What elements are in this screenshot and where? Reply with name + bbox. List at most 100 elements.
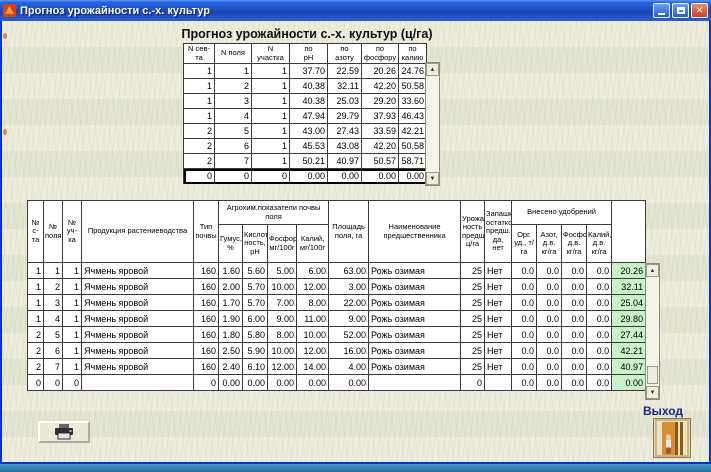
table-cell[interactable]: 1.90 bbox=[218, 310, 243, 327]
table-cell[interactable]: 2 bbox=[43, 278, 63, 295]
table-row[interactable]: 1 1 1 37.70 22.59 20.26 24.76 bbox=[183, 63, 427, 79]
table-cell[interactable]: Нет bbox=[484, 294, 513, 311]
table-row[interactable]: 2 7 1 Ячмень яровой 160 2.40 6.10 12.00 14.00 4.0… bbox=[27, 358, 647, 375]
table-cell[interactable]: Рожь озимая bbox=[368, 358, 462, 375]
table-cell[interactable]: 11.00 bbox=[295, 310, 330, 327]
table-cell[interactable]: 1 bbox=[62, 278, 82, 295]
table-cell[interactable]: 5 bbox=[214, 123, 252, 139]
table-cell[interactable]: 0.00 bbox=[289, 168, 328, 184]
table-row[interactable]: 2 6 1 45.53 43.08 42.20 50.58 bbox=[183, 138, 427, 154]
table-cell[interactable]: 8.00 bbox=[267, 326, 297, 343]
table-cell[interactable]: 2 bbox=[183, 138, 215, 154]
table-row[interactable]: 1 4 1 47.94 29.79 37.93 46.43 bbox=[183, 108, 427, 124]
table-cell[interactable]: 24.76 bbox=[398, 63, 427, 79]
table-cell[interactable]: 2 bbox=[27, 358, 44, 375]
table-cell[interactable]: 25.03 bbox=[327, 93, 362, 109]
table-cell[interactable]: 1 bbox=[251, 78, 290, 94]
table-cell[interactable]: 0.0 bbox=[586, 326, 613, 343]
table-cell[interactable]: 42.20 bbox=[361, 78, 399, 94]
bottom-grid-scrollbar[interactable]: ▲ ▼ bbox=[645, 263, 660, 400]
table-cell[interactable]: Рожь озимая bbox=[368, 278, 462, 295]
table-row[interactable]: 1 3 1 40.38 25.03 29.20 33.60 bbox=[183, 93, 427, 109]
table-cell[interactable]: Нет bbox=[484, 278, 513, 295]
print-button[interactable] bbox=[38, 421, 90, 443]
table-cell[interactable]: 0.0 bbox=[511, 342, 538, 359]
table-cell[interactable]: 1 bbox=[251, 153, 290, 169]
table-cell[interactable]: 29.20 bbox=[361, 93, 399, 109]
table-cell[interactable]: 3 bbox=[43, 294, 63, 311]
table-cell[interactable]: Рожь озимая bbox=[368, 342, 462, 359]
table-row[interactable]: 0 0 0 0.00 0.00 0.00 0.00 bbox=[183, 168, 427, 184]
table-cell[interactable]: 47.94 bbox=[289, 108, 328, 124]
table-cell[interactable]: 0.0 bbox=[536, 310, 563, 327]
table-cell[interactable]: 160 bbox=[193, 310, 219, 327]
table-cell[interactable]: Ячмень яровой bbox=[81, 278, 194, 295]
table-cell[interactable]: 7.00 bbox=[267, 294, 297, 311]
table-cell[interactable]: 20.26 bbox=[361, 63, 399, 79]
scroll-down-icon[interactable]: ▼ bbox=[426, 172, 439, 185]
table-cell[interactable]: 52.00 bbox=[328, 326, 370, 343]
table-cell[interactable]: 50.58 bbox=[398, 138, 427, 154]
table-row[interactable]: 2 5 1 43.00 27.43 33.59 42.21 bbox=[183, 123, 427, 139]
table-cell[interactable]: 12.00 bbox=[295, 278, 330, 295]
table-cell[interactable]: 2 bbox=[27, 326, 44, 343]
table-cell[interactable]: Рожь озимая bbox=[368, 310, 462, 327]
table-cell[interactable]: 3.00 bbox=[328, 278, 370, 295]
table-row[interactable]: 1 2 1 Ячмень яровой 160 2.00 5.70 10.00 12.00 3.0… bbox=[27, 278, 647, 295]
table-cell[interactable]: 0.0 bbox=[511, 310, 538, 327]
table-cell[interactable]: 25 bbox=[460, 358, 486, 375]
table-cell[interactable]: 0.0 bbox=[511, 278, 538, 295]
table-cell[interactable]: 25.04 bbox=[611, 294, 647, 311]
table-cell[interactable]: 25 bbox=[460, 326, 486, 343]
table-cell[interactable]: 160 bbox=[193, 278, 219, 295]
table-cell[interactable]: 1 bbox=[251, 123, 290, 139]
table-cell[interactable]: 2 bbox=[183, 153, 215, 169]
table-cell[interactable]: 40.97 bbox=[327, 153, 362, 169]
table-cell[interactable]: Рожь озимая bbox=[368, 262, 462, 279]
table-cell[interactable]: 1 bbox=[251, 138, 290, 154]
table-cell[interactable]: 0.0 bbox=[561, 262, 588, 279]
table-cell[interactable]: 10.00 bbox=[295, 326, 330, 343]
table-cell[interactable]: 2.00 bbox=[218, 278, 243, 295]
table-cell[interactable]: Нет bbox=[484, 358, 513, 375]
table-cell[interactable]: 42.21 bbox=[398, 123, 427, 139]
minimize-button[interactable] bbox=[653, 3, 670, 18]
table-cell[interactable]: 0.0 bbox=[586, 374, 613, 391]
table-cell[interactable]: 40.38 bbox=[289, 93, 328, 109]
table-cell[interactable]: 7 bbox=[214, 153, 252, 169]
table-cell[interactable]: Нет bbox=[484, 310, 513, 327]
table-cell[interactable]: 8.00 bbox=[295, 294, 330, 311]
table-cell[interactable]: Ячмень яровой bbox=[81, 310, 194, 327]
table-cell[interactable]: 40.97 bbox=[611, 358, 647, 375]
table-cell[interactable] bbox=[81, 374, 194, 391]
table-cell[interactable]: 4 bbox=[43, 310, 63, 327]
table-cell[interactable]: 2.40 bbox=[218, 358, 243, 375]
table-cell[interactable]: 5.60 bbox=[242, 262, 268, 279]
table-cell[interactable]: 9.00 bbox=[267, 310, 297, 327]
table-cell[interactable]: 0.0 bbox=[511, 326, 538, 343]
table-cell[interactable]: 0.0 bbox=[561, 294, 588, 311]
table-cell[interactable]: Нет bbox=[484, 262, 513, 279]
table-cell[interactable]: 1 bbox=[251, 108, 290, 124]
table-cell[interactable]: 1 bbox=[27, 278, 44, 295]
table-cell[interactable]: 0.0 bbox=[536, 262, 563, 279]
table-cell[interactable]: 0.00 bbox=[398, 168, 427, 184]
table-cell[interactable]: 0.0 bbox=[586, 278, 613, 295]
table-cell[interactable]: 33.59 bbox=[361, 123, 399, 139]
table-cell[interactable]: 0.0 bbox=[536, 326, 563, 343]
table-cell[interactable]: 160 bbox=[193, 358, 219, 375]
table-cell[interactable]: 0.0 bbox=[536, 374, 563, 391]
table-cell[interactable]: 160 bbox=[193, 326, 219, 343]
table-row[interactable]: 1 2 1 40.38 32.11 42.20 50.58 bbox=[183, 78, 427, 94]
scroll-down-icon[interactable]: ▼ bbox=[646, 386, 659, 399]
table-cell[interactable]: 0 bbox=[193, 374, 219, 391]
table-cell[interactable]: 46.43 bbox=[398, 108, 427, 124]
table-cell[interactable]: 0 bbox=[62, 374, 82, 391]
table-cell[interactable]: Рожь озимая bbox=[368, 326, 462, 343]
table-cell[interactable]: 1.70 bbox=[218, 294, 243, 311]
table-cell[interactable]: 1 bbox=[183, 93, 215, 109]
table-cell[interactable]: 43.00 bbox=[289, 123, 328, 139]
table-cell[interactable]: 58.71 bbox=[398, 153, 427, 169]
table-cell[interactable]: Ячмень яровой bbox=[81, 294, 194, 311]
scroll-up-icon[interactable]: ▲ bbox=[426, 63, 439, 76]
